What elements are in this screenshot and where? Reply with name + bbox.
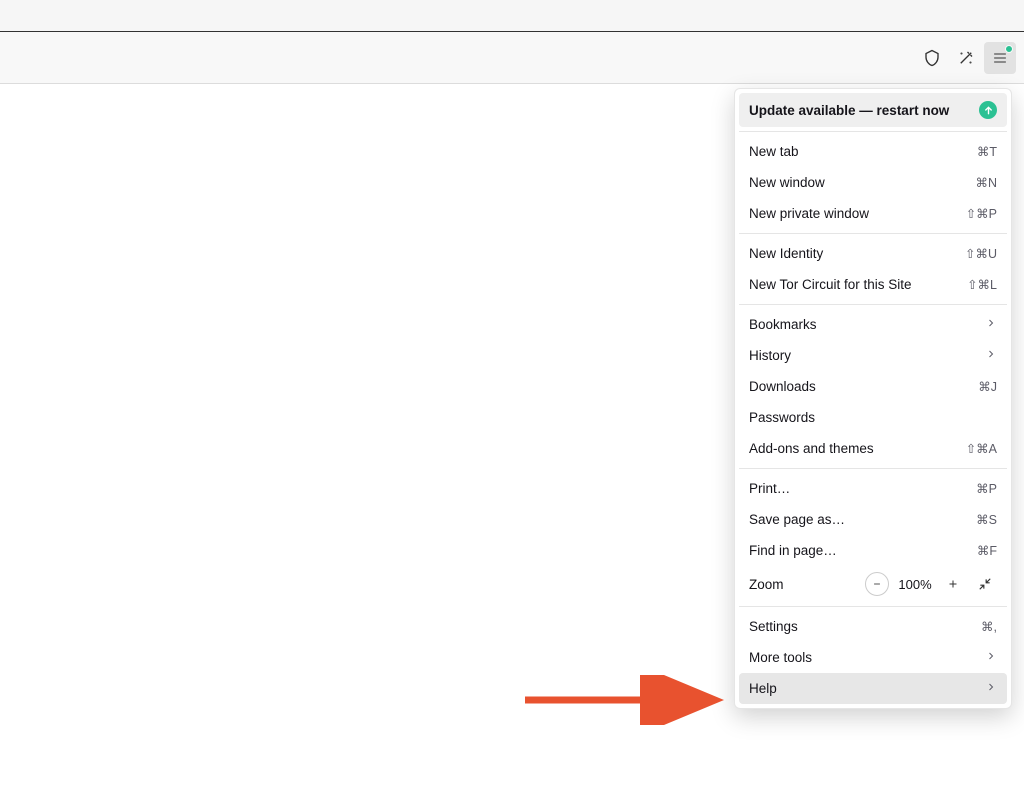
menu-item-shortcut: ⌘N — [975, 175, 997, 190]
menu-more-tools[interactable]: More tools — [739, 642, 1007, 673]
chevron-right-icon — [985, 348, 997, 363]
menu-print[interactable]: Print… ⌘P — [739, 473, 1007, 504]
menu-item-label: Add-ons and themes — [749, 441, 874, 456]
chevron-right-icon — [985, 317, 997, 332]
menu-item-shortcut: ⌘S — [976, 512, 997, 527]
menu-item-label: New Identity — [749, 246, 823, 261]
fullscreen-button[interactable] — [973, 572, 997, 596]
menu-help[interactable]: Help — [739, 673, 1007, 704]
browser-toolbar — [0, 32, 1024, 84]
menu-item-shortcut: ⌘P — [976, 481, 997, 496]
menu-separator — [739, 606, 1007, 607]
hamburger-menu-button[interactable] — [984, 42, 1016, 74]
zoom-in-button[interactable] — [941, 572, 965, 596]
update-arrow-icon — [979, 101, 997, 119]
menu-item-shortcut: ⇧⌘U — [965, 246, 997, 261]
menu-item-shortcut: ⌘J — [978, 379, 997, 394]
menu-item-shortcut: ⌘F — [977, 543, 997, 558]
sparkle-icon — [957, 49, 975, 67]
menu-item-label: History — [749, 348, 791, 363]
menu-item-shortcut: ⌘T — [977, 144, 997, 159]
window-titlebar — [0, 0, 1024, 32]
menu-downloads[interactable]: Downloads ⌘J — [739, 371, 1007, 402]
sparkle-button[interactable] — [950, 42, 982, 74]
menu-item-label: New private window — [749, 206, 869, 221]
menu-item-label: Bookmarks — [749, 317, 817, 332]
menu-item-shortcut: ⇧⌘A — [966, 441, 997, 456]
menu-save-page-as[interactable]: Save page as… ⌘S — [739, 504, 1007, 535]
menu-zoom-row: Zoom 100% — [739, 566, 1007, 602]
menu-item-label: Find in page… — [749, 543, 837, 558]
shield-button[interactable] — [916, 42, 948, 74]
menu-item-label: New window — [749, 175, 825, 190]
menu-bookmarks[interactable]: Bookmarks — [739, 309, 1007, 340]
fullscreen-collapse-icon — [978, 577, 992, 591]
menu-item-label: Passwords — [749, 410, 815, 425]
menu-item-label: New Tor Circuit for this Site — [749, 277, 912, 292]
chevron-right-icon — [985, 681, 997, 696]
menu-separator — [739, 131, 1007, 132]
menu-new-identity[interactable]: New Identity ⇧⌘U — [739, 238, 1007, 269]
menu-item-label: Print… — [749, 481, 790, 496]
menu-item-shortcut: ⇧⌘P — [966, 206, 997, 221]
menu-separator — [739, 304, 1007, 305]
menu-item-shortcut: ⌘, — [981, 619, 997, 634]
menu-item-label: More tools — [749, 650, 812, 665]
menu-item-label: Save page as… — [749, 512, 845, 527]
zoom-label: Zoom — [749, 577, 857, 592]
zoom-value: 100% — [897, 577, 933, 592]
menu-new-window[interactable]: New window ⌘N — [739, 167, 1007, 198]
menu-passwords[interactable]: Passwords — [739, 402, 1007, 433]
menu-item-label: New tab — [749, 144, 799, 159]
menu-history[interactable]: History — [739, 340, 1007, 371]
minus-icon — [872, 579, 882, 589]
menu-update-available[interactable]: Update available — restart now — [739, 93, 1007, 127]
menu-item-label: Downloads — [749, 379, 816, 394]
menu-addons-themes[interactable]: Add-ons and themes ⇧⌘A — [739, 433, 1007, 464]
menu-new-private-window[interactable]: New private window ⇧⌘P — [739, 198, 1007, 229]
menu-item-label: Settings — [749, 619, 798, 634]
menu-separator — [739, 233, 1007, 234]
zoom-out-button[interactable] — [865, 572, 889, 596]
menu-settings[interactable]: Settings ⌘, — [739, 611, 1007, 642]
menu-new-tor-circuit[interactable]: New Tor Circuit for this Site ⇧⌘L — [739, 269, 1007, 300]
menu-item-label: Help — [749, 681, 777, 696]
plus-icon — [947, 578, 959, 590]
shield-icon — [923, 49, 941, 67]
menu-item-label: Update available — restart now — [749, 103, 949, 118]
menu-separator — [739, 468, 1007, 469]
application-menu: Update available — restart now New tab ⌘… — [734, 88, 1012, 709]
chevron-right-icon — [985, 650, 997, 665]
menu-find-in-page[interactable]: Find in page… ⌘F — [739, 535, 1007, 566]
update-indicator-dot — [1005, 45, 1013, 53]
menu-item-shortcut: ⇧⌘L — [967, 277, 997, 292]
menu-new-tab[interactable]: New tab ⌘T — [739, 136, 1007, 167]
